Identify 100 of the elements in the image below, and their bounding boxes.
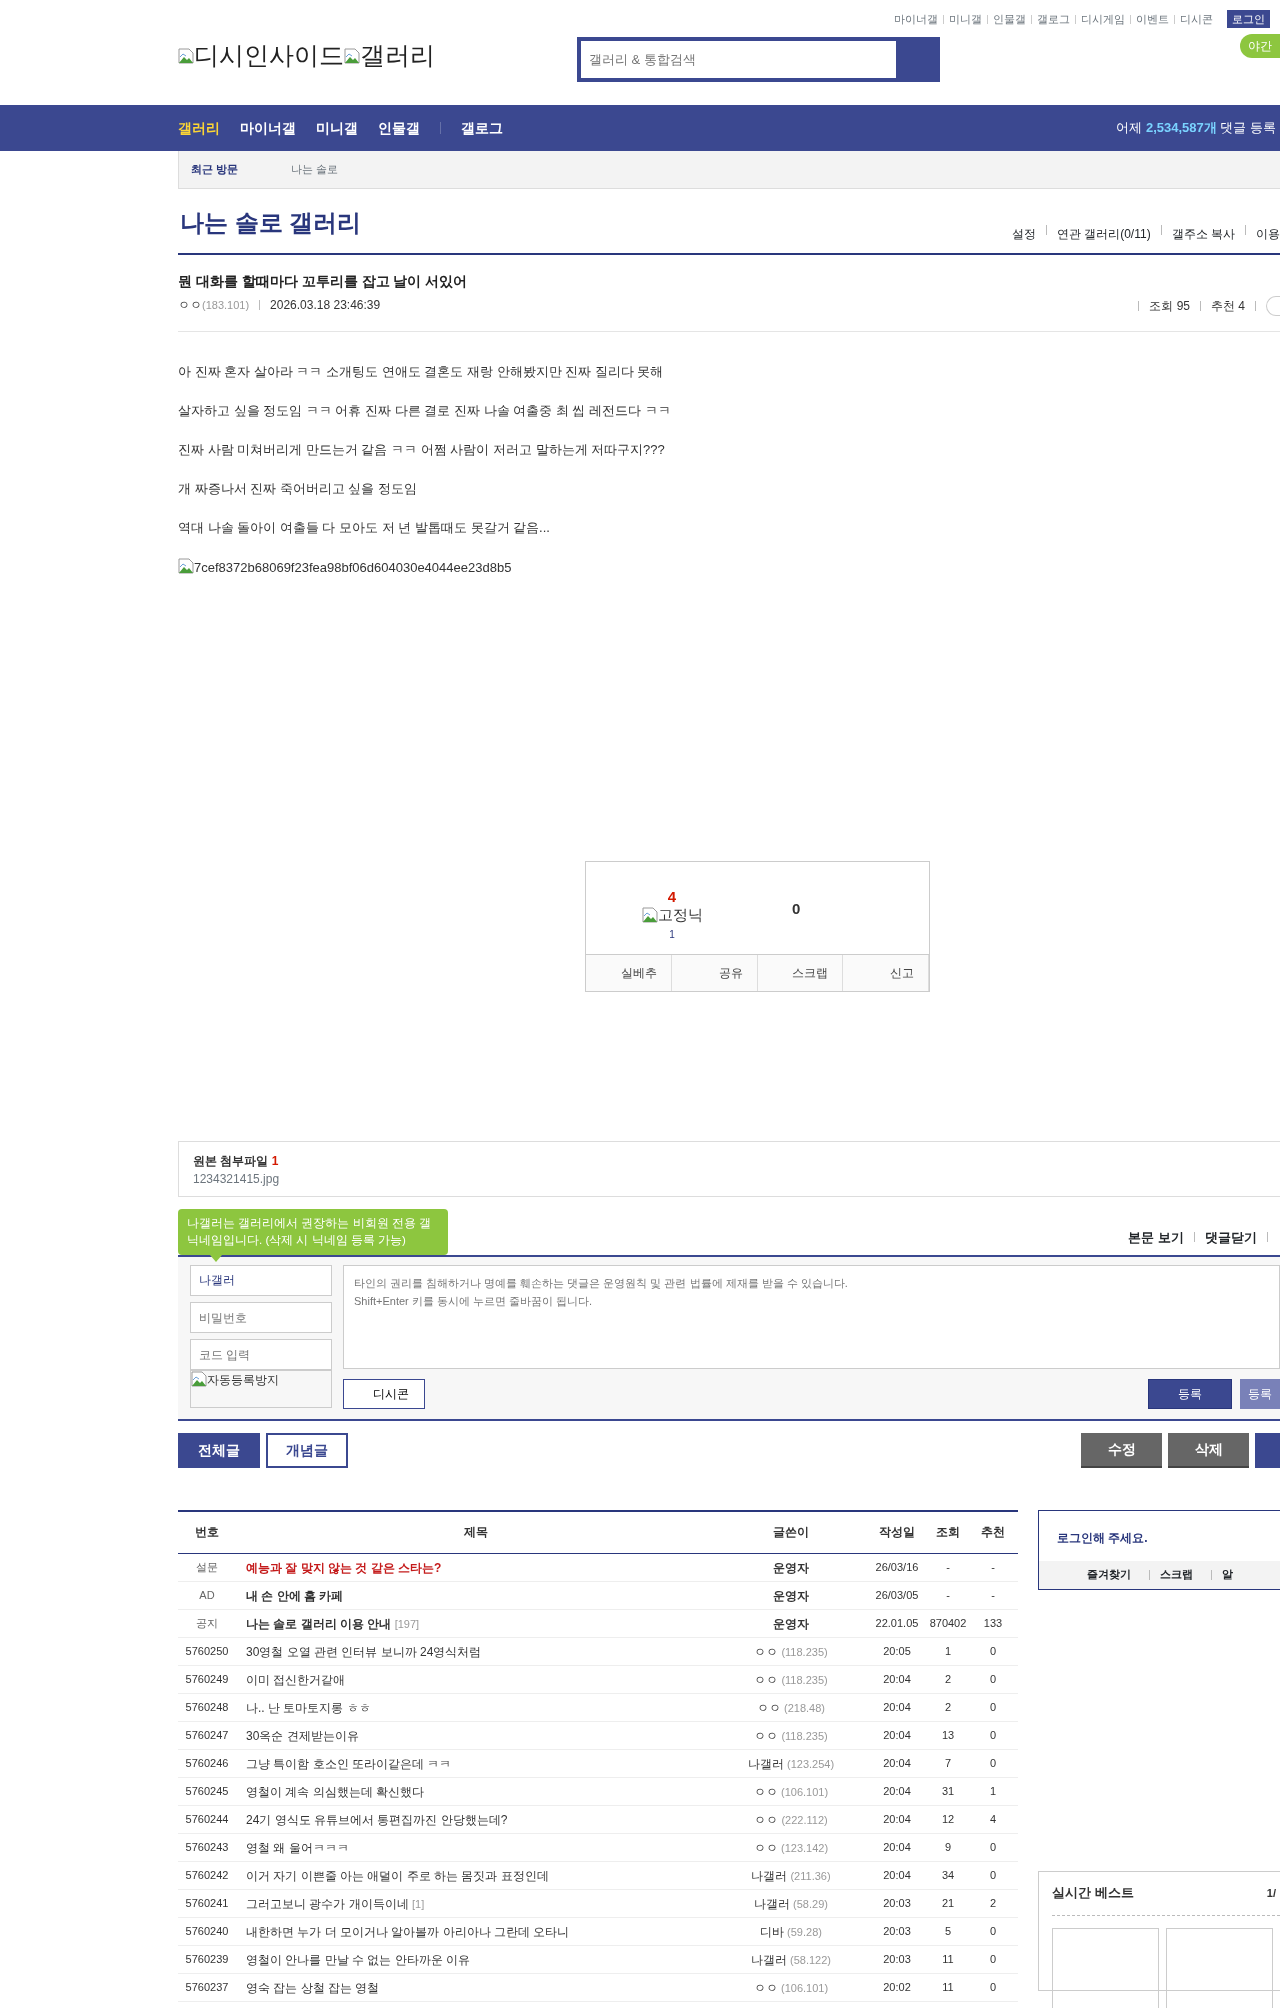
post-title-link[interactable]: 영철 왜 울어ㅋㅋㅋ: [236, 1833, 716, 1862]
top-link[interactable]: 갤로그: [1037, 10, 1070, 28]
recent-gallery-link[interactable]: 나는 솔로: [291, 161, 339, 178]
post-date: 2026.03.18 23:46:39: [270, 297, 381, 314]
gallery-menu-link[interactable]: 설정: [1011, 225, 1036, 243]
page-indicator: 1/: [1266, 1885, 1277, 1901]
table-cell: 20:04: [866, 1861, 928, 1890]
table-cell: 1: [928, 1637, 968, 1666]
nav-tab[interactable]: 인물갤: [378, 117, 420, 139]
list-tab[interactable]: 전체글: [178, 1432, 260, 1468]
post-action-button[interactable]: 삭제: [1168, 1432, 1249, 1468]
comment-header-link[interactable]: 댓글닫기: [1205, 1227, 1257, 1247]
nav-tab[interactable]: 갤로그: [461, 117, 503, 139]
table-cell: 20:03: [866, 1945, 928, 1974]
table-cell: 20:04: [866, 1749, 928, 1778]
post-title-link[interactable]: 24기 영식도 유튜브에서 통편집까진 안당했는데?: [236, 1805, 716, 1834]
vote-action-button[interactable]: 실베추: [586, 955, 672, 991]
table-cell: -: [968, 1581, 1018, 1610]
user-menu-link[interactable]: 스크랩: [1160, 1566, 1193, 1583]
table-cell: 0: [968, 1693, 1018, 1722]
table-cell: 20:04: [866, 1777, 928, 1806]
comment-field[interactable]: 타인의 권리를 침해하거나 명예를 훼손하는 댓글은 운영원칙 및 관련 법률에 제재를 받을 수 있습니다. Shift+Enter 키를 동시에 누르면 줄바꿈이 됩니다.: [343, 1265, 1280, 1369]
table-cell: 디바 (59.28): [716, 1917, 866, 1946]
vote-action-button[interactable]: 신고: [843, 955, 929, 991]
post-title-link[interactable]: 나.. 난 토마토지롱 ㅎㅎ: [236, 1693, 716, 1722]
table-cell: 5760247: [178, 1721, 236, 1750]
nav-tab[interactable]: 갤러리: [178, 117, 220, 139]
table-cell: 5760250: [178, 1637, 236, 1666]
table-cell: 9: [928, 1833, 968, 1862]
vote-action-button[interactable]: 공유: [671, 955, 758, 991]
post-title-link[interactable]: 내한하면 누가 더 모이거나 알아볼까 아리아나 그란데 오타니: [236, 1917, 716, 1946]
login-prompt[interactable]: 로그인해 주세요.: [1039, 1510, 1280, 1561]
upvote-count: 4: [667, 890, 677, 904]
table-cell: 0: [968, 1749, 1018, 1778]
submit-button[interactable]: 등록: [1240, 1378, 1280, 1409]
post-action-button[interactable]: 수정: [1081, 1432, 1162, 1468]
top-link[interactable]: 이벤트: [1136, 10, 1169, 28]
column-header: 번호: [178, 1510, 236, 1554]
post-title-link[interactable]: 이미 접신한거같애: [236, 1665, 716, 1694]
post-title: 뭔 대화를 할때마다 꼬투리를 잡고 날이 서있어: [178, 272, 469, 291]
table-cell: 나갤러 (123.254): [716, 1749, 866, 1778]
logo-text[interactable]: 갤러리: [360, 37, 435, 75]
table-cell: 20:05: [866, 1637, 928, 1666]
gallery-title[interactable]: 나는 솔로 갤러리: [180, 205, 362, 253]
table-cell: 20:03: [866, 1917, 928, 1946]
column-header: 조회: [928, 1510, 968, 1554]
search-button[interactable]: [896, 37, 940, 82]
top-link[interactable]: 디시콘: [1180, 10, 1213, 28]
broken-image-icon: [344, 48, 360, 64]
table-cell: 20:04: [866, 1665, 928, 1694]
table-cell: AD: [178, 1581, 236, 1610]
table-cell: 20:04: [866, 1721, 928, 1750]
post-title-link[interactable]: 나는 솔로 갤러리 이용 안내 [197]: [236, 1609, 716, 1638]
top-link[interactable]: 마이너갤: [894, 10, 938, 28]
user-menu-link[interactable]: 알: [1222, 1566, 1233, 1583]
post-title-link[interactable]: 예능과 잘 맞지 않는 것 같은 스타는?: [236, 1553, 716, 1582]
gallery-menu-link[interactable]: 갤주소 복사: [1171, 225, 1235, 243]
post-title-link[interactable]: 내 손 안에 홈 카페: [236, 1581, 716, 1610]
gallery-menu-link[interactable]: 이용: [1256, 225, 1280, 243]
vote-action-button[interactable]: 스크랩: [757, 955, 844, 991]
attachment-file-link[interactable]: 1234321415.jpg: [193, 1170, 1266, 1188]
table-cell: 34: [928, 1861, 968, 1890]
comment-header-link[interactable]: 본문 보기: [1128, 1227, 1184, 1247]
table-cell: 13: [928, 1721, 968, 1750]
search-field[interactable]: 갤러리 & 통합검색: [577, 37, 896, 82]
fixed-nick-label: 고정닉: [657, 905, 703, 925]
post-title-link[interactable]: 영철이 계속 의심했는데 확신했다: [236, 1777, 716, 1806]
login-button[interactable]: 로그인: [1227, 9, 1270, 29]
table-cell: 26/03/05: [866, 1581, 928, 1610]
nickname-field[interactable]: 나갤러: [190, 1265, 332, 1296]
thumbnail-frame[interactable]: [1052, 1927, 1159, 2008]
top-link[interactable]: 인물갤: [993, 10, 1026, 28]
attachment-label: 원본 첨부파일 1: [193, 1153, 280, 1170]
nav-tab[interactable]: 마이너갤: [240, 117, 296, 139]
password-field[interactable]: 비밀번호: [190, 1302, 332, 1333]
post-title-link[interactable]: 영숙 잡는 상철 잡는 영철: [236, 1973, 716, 2002]
nav-tab[interactable]: 미니갤: [316, 117, 358, 139]
post-title-link[interactable]: 영철이 안나를 만날 수 없는 안타까운 이유: [236, 1945, 716, 1974]
list-tab[interactable]: 개념글: [266, 1432, 348, 1468]
post-title-link[interactable]: 30영철 오열 관련 인터뷰 보니까 24영식처럼: [236, 1637, 716, 1666]
post-title-link[interactable]: 30옥순 견제받는이유: [236, 1721, 716, 1750]
logo-text[interactable]: 디시인사이드: [194, 37, 344, 75]
fixed-nick-count: 1: [669, 927, 675, 942]
dccon-button[interactable]: 디시콘: [343, 1378, 425, 1409]
table-cell: ㅇㅇ (106.101): [716, 1777, 866, 1806]
post-title-link[interactable]: 그냥 특이함 호소인 또라이같은데 ㅋㅋ: [236, 1749, 716, 1778]
submit-button[interactable]: 등록: [1148, 1378, 1232, 1409]
captcha-alt-text: 자동등록방지: [207, 1372, 279, 1389]
thumbnail-frame[interactable]: [1166, 1927, 1273, 2008]
user-menu-link[interactable]: 즐겨찾기: [1087, 1566, 1131, 1583]
table-cell: 1: [968, 1777, 1018, 1806]
table-cell: 21: [928, 1889, 968, 1918]
table-cell: 0: [968, 1945, 1018, 1974]
table-cell: 나갤러 (58.29): [716, 1889, 866, 1918]
gallery-menu-link[interactable]: 연관 갤러리(0/11): [1056, 225, 1151, 243]
post-title-link[interactable]: 이거 자기 이쁜줄 아는 애덜이 주로 하는 몸짓과 표정인데: [236, 1861, 716, 1890]
top-link[interactable]: 미니갤: [949, 10, 982, 28]
post-title-link[interactable]: 그러고보니 광수가 개이득이네 [1]: [236, 1889, 716, 1918]
top-link[interactable]: 디시게임: [1081, 10, 1125, 28]
write-button[interactable]: [1255, 1432, 1280, 1468]
